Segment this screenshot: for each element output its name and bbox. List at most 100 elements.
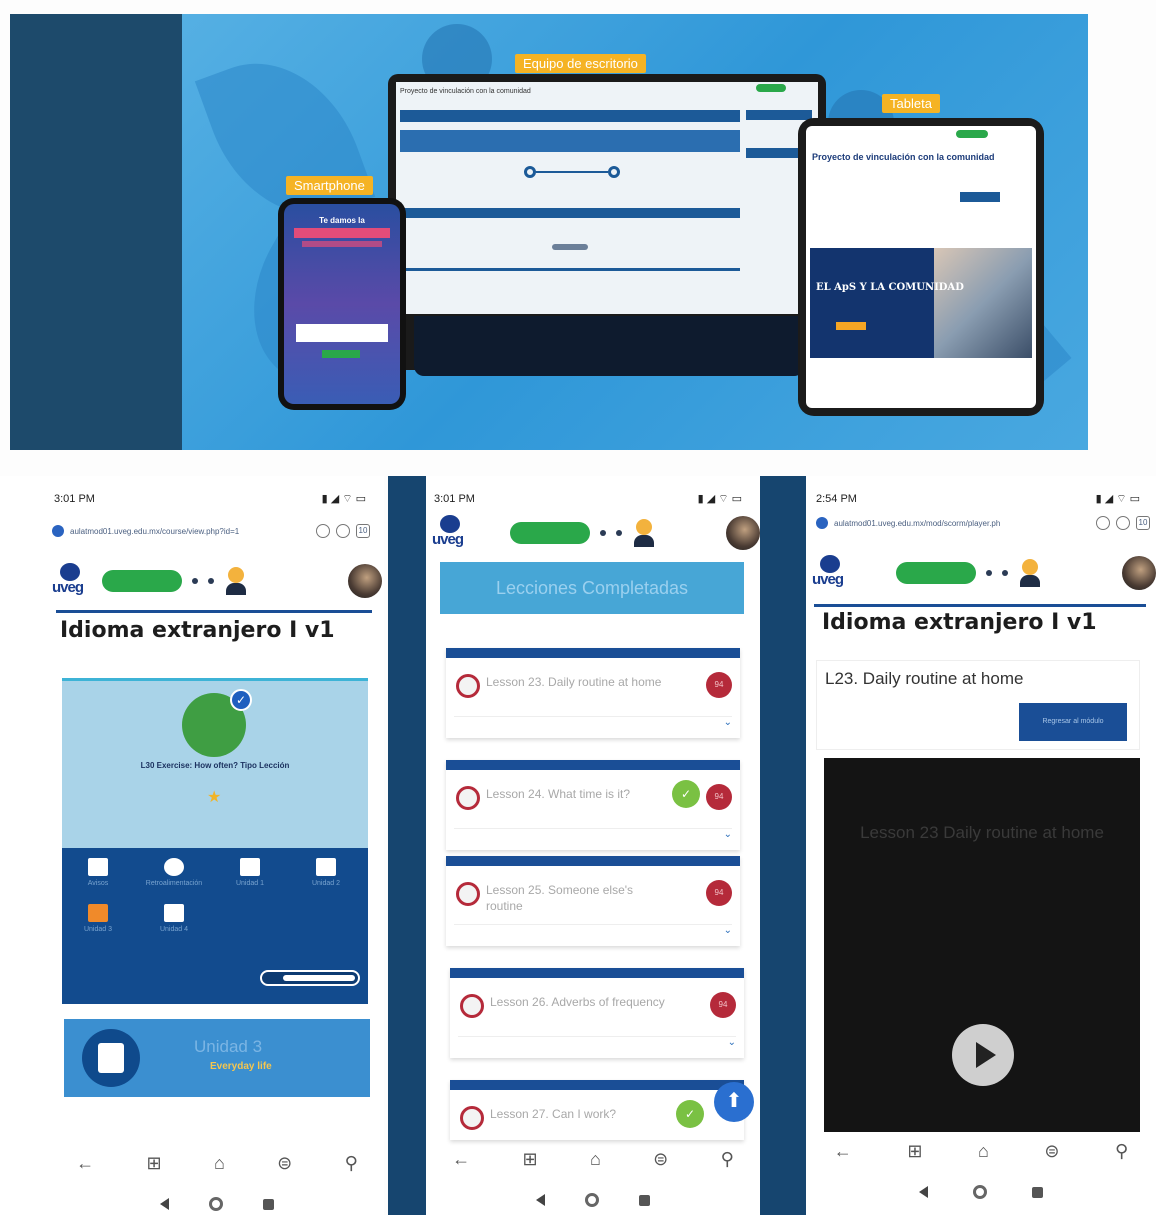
system-back-icon[interactable] bbox=[160, 1198, 169, 1210]
menu-retroalimentacion[interactable]: Retroalimentación bbox=[138, 858, 210, 902]
system-recents-icon[interactable] bbox=[263, 1198, 274, 1210]
message-icon[interactable] bbox=[1002, 570, 1008, 576]
phone-mockup: Te damos la bbox=[278, 198, 406, 410]
laptop-button bbox=[552, 244, 588, 250]
tablet-hero-text: EL ApS Y LA COMUNIDAD bbox=[816, 282, 964, 293]
feedback-icon bbox=[164, 858, 184, 876]
lesson-card[interactable]: Lesson 25. Someone else's routine 94 ⌄ bbox=[446, 856, 740, 946]
laptop-page-title: Proyecto de vinculación con la comunidad bbox=[400, 88, 531, 95]
tabs-icon[interactable]: 10 bbox=[356, 524, 370, 538]
phone-headline: Te damos la bbox=[319, 216, 365, 225]
notification-icon[interactable] bbox=[600, 530, 606, 536]
book-icon[interactable]: ⊞ bbox=[147, 1153, 162, 1174]
lesson-card[interactable]: Lesson 23. Daily routine at home 94 ⌄ bbox=[446, 648, 740, 738]
back-icon[interactable]: ← bbox=[452, 1149, 470, 1170]
lesson-card[interactable]: Lesson 24. What time is it? ✓ 94 ⌄ bbox=[446, 760, 740, 850]
progress-bar bbox=[260, 970, 360, 986]
menu-avisos[interactable]: Avisos bbox=[62, 858, 134, 902]
menu-unidad-1[interactable]: Unidad 1 bbox=[214, 858, 286, 902]
star-icon[interactable] bbox=[336, 524, 350, 538]
course-menu: Avisos Retroalimentación Unidad 1 Unidad… bbox=[62, 848, 368, 1004]
video-player[interactable]: Lesson 23 Daily routine at home bbox=[824, 758, 1140, 1132]
user-icon[interactable]: ⚲ bbox=[345, 1153, 358, 1174]
url-text[interactable]: aulatmod01.uveg.edu.mx/course/view.php?i… bbox=[70, 527, 310, 536]
lesson-label[interactable]: L30 Exercise: How often? Tipo Lección bbox=[62, 761, 368, 770]
chevron-down-icon[interactable]: ⌄ bbox=[454, 828, 732, 842]
profile-photo[interactable] bbox=[726, 516, 760, 550]
return-to-module-button[interactable]: Regresar al módulo bbox=[1019, 703, 1127, 741]
home-icon[interactable]: ⌂ bbox=[590, 1149, 601, 1170]
system-back-icon[interactable] bbox=[918, 1186, 928, 1198]
lesson-card[interactable]: Lesson 26. Adverbs of frequency 94 ⌄ bbox=[450, 968, 744, 1058]
tablet-label: Tableta bbox=[882, 94, 940, 113]
status-pill-button[interactable] bbox=[896, 562, 976, 584]
system-back-icon[interactable] bbox=[536, 1194, 545, 1206]
unit-card[interactable]: Unidad 3 Everyday life bbox=[64, 1019, 370, 1097]
uveg-logo[interactable]: uveg bbox=[810, 553, 852, 593]
url-text[interactable]: aulatmod01.uveg.edu.mx/mod/scorm/player.… bbox=[834, 519, 1090, 528]
banner-dark-strip bbox=[10, 14, 182, 450]
user-avatar-icon[interactable] bbox=[224, 567, 248, 595]
star-icon[interactable] bbox=[1116, 516, 1130, 530]
unit-page-icon bbox=[82, 1029, 140, 1087]
scroll-to-top-button[interactable]: ⬆ bbox=[714, 1082, 754, 1122]
app-bottom-nav: ← ⊞ ⌂ ⊜ ⚲ bbox=[806, 1136, 1156, 1166]
browser-url-bar[interactable]: aulatmod01.uveg.edu.mx/course/view.php?i… bbox=[52, 520, 370, 542]
menu-unidad-3[interactable]: Unidad 3 bbox=[62, 904, 134, 948]
progress-fill bbox=[283, 975, 355, 981]
lesson-score-badge: 94 bbox=[706, 880, 732, 906]
home-icon[interactable]: ⌂ bbox=[214, 1153, 225, 1174]
back-icon[interactable]: ← bbox=[76, 1153, 94, 1174]
notification-icon[interactable] bbox=[986, 570, 992, 576]
browser-url-bar[interactable]: aulatmod01.uveg.edu.mx/mod/scorm/player.… bbox=[816, 512, 1150, 534]
laptop-toolbar bbox=[400, 110, 740, 122]
play-button[interactable] bbox=[952, 1024, 1014, 1086]
lesson-score-badge: 94 bbox=[710, 992, 736, 1018]
system-recents-icon[interactable] bbox=[1032, 1186, 1044, 1198]
user-icon[interactable]: ⚲ bbox=[721, 1149, 734, 1170]
system-recents-icon[interactable] bbox=[639, 1194, 650, 1206]
laptop-mockup: Proyecto de vinculación con la comunidad bbox=[388, 74, 826, 376]
system-nav bbox=[426, 1188, 760, 1212]
page-icon bbox=[240, 858, 260, 876]
chevron-down-icon[interactable]: ⌄ bbox=[454, 716, 732, 730]
notification-icon[interactable] bbox=[192, 578, 198, 584]
gamepad-icon[interactable]: ⊜ bbox=[653, 1149, 668, 1170]
gamepad-icon[interactable]: ⊜ bbox=[1044, 1141, 1059, 1162]
lesson-card[interactable]: Lesson 27. Can I work? ✓ bbox=[450, 1080, 744, 1140]
phone-login-button bbox=[322, 350, 360, 358]
menu-unidad-4[interactable]: Unidad 4 bbox=[138, 904, 210, 948]
app-header: uveg bbox=[810, 548, 1156, 598]
chevron-down-icon[interactable]: ⌄ bbox=[458, 1036, 736, 1050]
user-icon[interactable]: ⚲ bbox=[1115, 1141, 1128, 1162]
user-avatar-icon[interactable] bbox=[632, 519, 656, 547]
profile-photo[interactable] bbox=[1122, 556, 1156, 590]
message-icon[interactable] bbox=[208, 578, 214, 584]
chevron-down-icon[interactable]: ⌄ bbox=[454, 924, 732, 938]
phone-label: Smartphone bbox=[286, 176, 373, 195]
laptop-keyboard bbox=[414, 316, 804, 376]
menu-unidad-2[interactable]: Unidad 2 bbox=[290, 858, 362, 902]
message-icon[interactable] bbox=[616, 530, 622, 536]
home-icon[interactable]: ⌂ bbox=[978, 1141, 989, 1162]
status-pill-button[interactable] bbox=[102, 570, 182, 592]
system-home-icon[interactable] bbox=[585, 1193, 599, 1207]
back-icon[interactable]: ← bbox=[834, 1141, 852, 1162]
book-icon[interactable]: ⊞ bbox=[523, 1149, 538, 1170]
gamepad-icon[interactable]: ⊜ bbox=[277, 1153, 292, 1174]
reload-icon[interactable] bbox=[316, 524, 330, 538]
uveg-logo[interactable]: uveg bbox=[50, 561, 92, 601]
tablet-page-title: Proyecto de vinculación con la comunidad bbox=[812, 152, 995, 162]
page-icon bbox=[164, 904, 184, 922]
reload-icon[interactable] bbox=[1096, 516, 1110, 530]
app-header: uveg bbox=[50, 556, 382, 606]
system-home-icon[interactable] bbox=[972, 1185, 987, 1199]
profile-photo[interactable] bbox=[348, 564, 382, 598]
system-home-icon[interactable] bbox=[209, 1197, 223, 1211]
uveg-logo[interactable]: uveg bbox=[430, 513, 472, 553]
user-avatar-icon[interactable] bbox=[1018, 559, 1042, 587]
book-icon[interactable]: ⊞ bbox=[907, 1141, 922, 1162]
status-pill-button[interactable] bbox=[510, 522, 590, 544]
video-title: Lesson 23 Daily routine at home bbox=[860, 823, 1104, 842]
tabs-icon[interactable]: 10 bbox=[1136, 516, 1150, 530]
